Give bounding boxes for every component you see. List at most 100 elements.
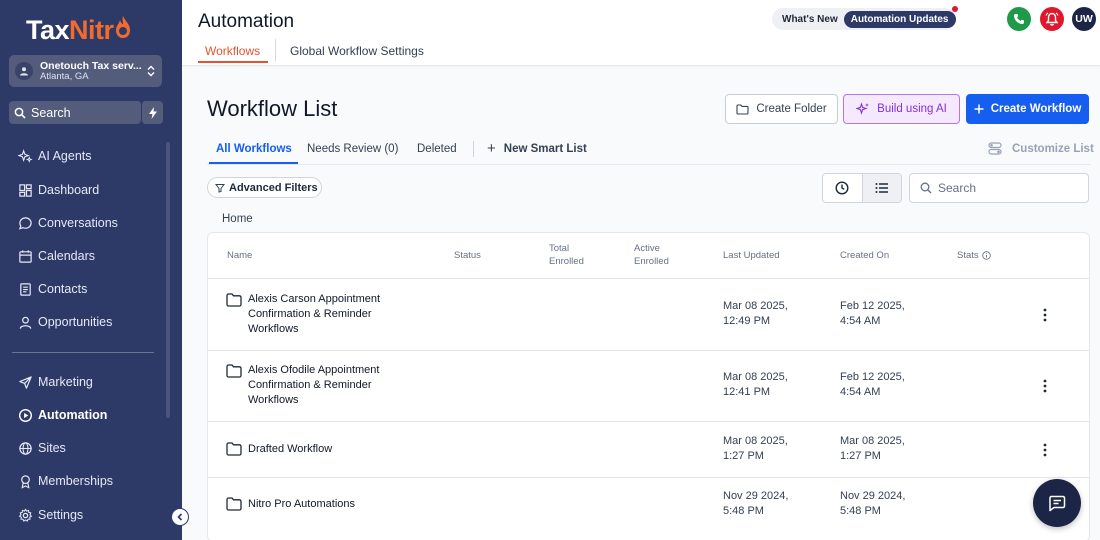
chat-icon [18, 216, 32, 230]
chat-widget-button[interactable] [1033, 479, 1081, 527]
sidebar-item-label: Settings [38, 508, 84, 522]
column-header-stats[interactable]: Stats [957, 249, 991, 262]
tab-divider [275, 39, 276, 61]
sidebar-item-conversations[interactable]: Conversations [18, 213, 118, 233]
sidebar-divider [12, 352, 154, 353]
toggle-settings-icon [988, 142, 1002, 155]
list-tab-all-workflows[interactable]: All Workflows [216, 143, 292, 155]
sidebar-item-ai-agents[interactable]: AI Agents [18, 146, 92, 166]
more-options-icon[interactable] [1043, 443, 1047, 457]
workflow-search-input[interactable]: Search [909, 173, 1089, 203]
tab-workflows[interactable]: Workflows [205, 44, 260, 58]
create-folder-button[interactable]: Create Folder [725, 94, 838, 124]
build-ai-label: Build using AI [877, 103, 947, 115]
medal-icon [21, 474, 30, 489]
last-updated-cell: Nov 29 2024, 5:48 PM [723, 490, 789, 517]
table-row[interactable]: Nitro Pro Automations Nov 29 2024, 5:48 … [208, 478, 1089, 540]
recent-view-button[interactable] [823, 174, 862, 202]
last-updated-cell: Mar 08 2025, 12:49 PM [723, 300, 788, 327]
sidebar-item-marketing[interactable]: Marketing [18, 372, 93, 392]
last-updated-cell: Mar 08 2025, 12:41 PM [723, 371, 788, 398]
column-header-active-enrolled[interactable]: Active Enrolled [634, 242, 669, 268]
folder-icon [226, 293, 242, 307]
sidebar-scrollbar[interactable] [166, 142, 170, 418]
account-name: Onetouch Tax serv... [40, 60, 142, 72]
column-header-status[interactable]: Status [454, 249, 481, 262]
created-on-cell: Feb 12 2025, 4:54 AM [840, 371, 905, 398]
workflow-table: Name Status Total Enrolled Active Enroll… [207, 232, 1090, 540]
workflow-name[interactable]: Drafted Workflow [248, 442, 332, 457]
new-smart-list-button[interactable]: + New Smart List [487, 141, 587, 156]
logo-text-nitro: Nitr [69, 14, 114, 45]
quick-action-button[interactable] [141, 101, 163, 124]
plus-icon [974, 104, 984, 114]
calendar-icon [19, 249, 32, 263]
column-header-total-enrolled[interactable]: Total Enrolled [549, 242, 584, 268]
build-using-ai-button[interactable]: Build using AI [843, 94, 960, 124]
sidebar: Tax Nitr Onetouch Tax serv... Atlanta, GA… [0, 0, 189, 540]
sidebar-item-opportunities[interactable]: Opportunities [18, 312, 112, 332]
account-switcher[interactable]: Onetouch Tax serv... Atlanta, GA [9, 55, 162, 87]
notification-dot [952, 6, 958, 12]
column-header-name[interactable]: Name [227, 249, 252, 262]
flame-icon [115, 15, 131, 46]
create-workflow-button[interactable]: Create Workflow [966, 94, 1089, 124]
sidebar-item-label: Opportunities [38, 315, 113, 329]
sidebar-item-label: Memberships [38, 474, 114, 488]
bolt-icon [148, 106, 157, 119]
whats-new-pill[interactable]: What's New Automation Updates [772, 8, 956, 30]
list-icon [875, 183, 888, 193]
workflow-name[interactable]: Nitro Pro Automations [248, 497, 355, 512]
column-header-last-updated[interactable]: Last Updated [723, 249, 780, 262]
sidebar-search[interactable]: Search [9, 101, 141, 124]
table-row[interactable]: Alexis Ofodile Appointment Confirmation … [208, 351, 1089, 422]
table-row[interactable]: Drafted Workflow Mar 08 2025, 1:27 PM Ma… [208, 422, 1089, 478]
sidebar-item-calendars[interactable]: Calendars [18, 246, 95, 266]
phone-button[interactable] [1007, 7, 1031, 31]
sidebar-item-settings[interactable]: Settings [18, 505, 83, 525]
sidebar-item-label: Automation [38, 408, 108, 422]
list-tab-divider [473, 141, 474, 157]
list-view-button[interactable] [861, 174, 901, 202]
more-options-icon[interactable] [1043, 379, 1047, 393]
create-workflow-label: Create Workflow [990, 103, 1082, 115]
sidebar-item-label: Dashboard [38, 183, 100, 197]
sidebar-item-label: Contacts [38, 282, 88, 296]
sparkle-icon [856, 102, 870, 115]
notifications-button[interactable] [1040, 7, 1064, 31]
sidebar-item-label: Sites [38, 441, 66, 455]
folder-icon [226, 442, 242, 456]
sidebar-item-contacts[interactable]: Contacts [18, 279, 87, 299]
filter-icon [215, 183, 225, 193]
info-icon [981, 251, 991, 260]
sidebar-item-automation[interactable]: Automation [18, 405, 107, 425]
search-placeholder: Search [938, 181, 977, 195]
customize-list-button[interactable]: Customize List [988, 142, 1094, 155]
stats-label: Stats [957, 250, 979, 261]
list-tab-needs-review[interactable]: Needs Review (0) [307, 143, 398, 155]
send-icon [19, 375, 32, 389]
sidebar-item-memberships[interactable]: Memberships [18, 471, 113, 491]
tab-global-workflow-settings[interactable]: Global Workflow Settings [290, 44, 424, 58]
advanced-filters-button[interactable]: Advanced Filters [207, 177, 322, 198]
contacts-icon [20, 282, 31, 296]
workflow-name[interactable]: Alexis Carson Appointment Confirmation &… [248, 292, 380, 337]
taxnitro-logo[interactable]: Tax Nitr [26, 12, 131, 48]
list-tab-deleted[interactable]: Deleted [417, 143, 457, 155]
created-on-cell: Mar 08 2025, 1:27 PM [840, 435, 905, 462]
workflow-name[interactable]: Alexis Ofodile Appointment Confirmation … [248, 363, 379, 408]
sparkle-icon [18, 148, 33, 163]
breadcrumb-home[interactable]: Home [222, 213, 253, 225]
sidebar-item-dashboard[interactable]: Dashboard [18, 180, 99, 200]
sidebar-item-sites[interactable]: Sites [18, 438, 66, 458]
sidebar-search-label: Search [31, 105, 71, 120]
column-header-created-on[interactable]: Created On [840, 249, 889, 262]
more-options-icon[interactable] [1043, 308, 1047, 322]
user-avatar[interactable]: UW [1072, 7, 1096, 31]
gear-icon [18, 507, 33, 522]
automation-updates-badge[interactable]: Automation Updates [843, 10, 956, 28]
logo-text-tax: Tax [26, 14, 70, 45]
advanced-filters-label: Advanced Filters [229, 181, 318, 194]
table-row[interactable]: Alexis Carson Appointment Confirmation &… [208, 279, 1089, 351]
chevron-updown-icon [147, 65, 155, 77]
